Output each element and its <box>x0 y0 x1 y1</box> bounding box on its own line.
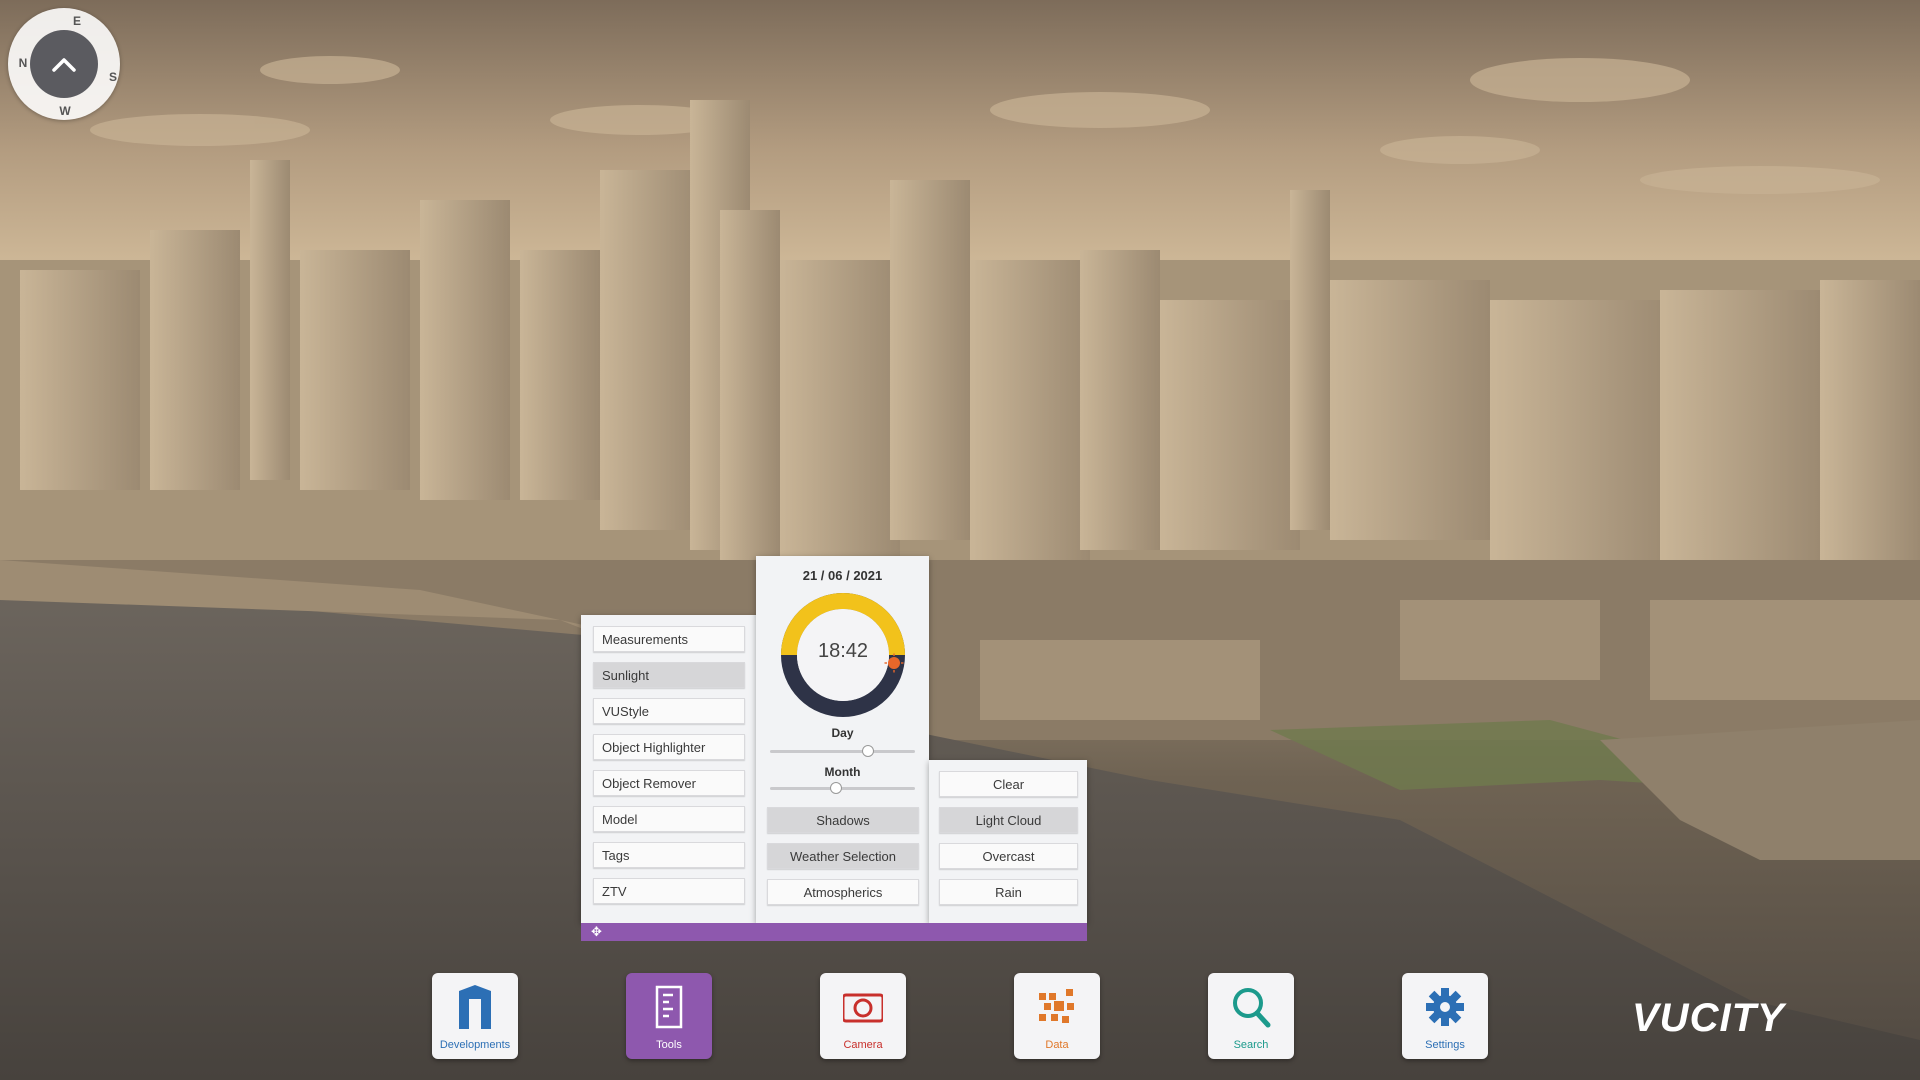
data-icon <box>1039 989 1074 1023</box>
compass-reset-button[interactable] <box>30 30 98 98</box>
tool-sunlight-button[interactable]: Sunlight <box>593 662 745 688</box>
weather-overcast-button[interactable]: Overcast <box>939 843 1078 869</box>
tools-icon <box>655 985 683 1029</box>
move-icon[interactable]: ✥ <box>591 924 602 940</box>
sunlight-panel: 21 / 06 / 2021 18:42 Day Month Shadows W… <box>756 556 929 923</box>
dock-data-label: Data <box>1045 1039 1069 1051</box>
chevron-up-icon <box>52 58 76 72</box>
day-slider[interactable] <box>770 745 915 757</box>
compass-widget[interactable]: N E S W <box>8 8 120 120</box>
compass-east-label: E <box>72 14 81 28</box>
shadows-button[interactable]: Shadows <box>767 807 919 833</box>
weather-light-cloud-button[interactable]: Light Cloud <box>939 807 1078 833</box>
sunlight-time: 18:42 <box>817 640 869 662</box>
day-slider-label: Day <box>831 726 854 740</box>
day-slider-thumb[interactable] <box>861 745 874 757</box>
compass-north-label: N <box>18 56 28 70</box>
sunlight-date[interactable]: 21 / 06 / 2021 <box>756 568 929 583</box>
tool-object-remover-button[interactable]: Object Remover <box>593 770 745 796</box>
developments-icon <box>459 985 491 1029</box>
month-slider-thumb[interactable] <box>829 782 842 794</box>
weather-selection-button[interactable]: Weather Selection <box>767 843 919 869</box>
month-slider-label: Month <box>824 765 861 779</box>
panel-move-bar[interactable]: ✥ <box>581 923 1087 941</box>
weather-clear-button[interactable]: Clear <box>939 771 1078 797</box>
tool-model-button[interactable]: Model <box>593 806 745 832</box>
atmospherics-button[interactable]: Atmospherics <box>767 879 919 905</box>
dock-developments-button[interactable]: Developments <box>432 973 518 1059</box>
tool-measurements-button[interactable]: Measurements <box>593 626 745 652</box>
settings-icon <box>1426 988 1464 1026</box>
search-icon <box>1233 988 1271 1028</box>
compass-south-label: S <box>108 70 117 84</box>
weather-panel: Clear Light Cloud Overcast Rain <box>929 760 1087 923</box>
dock-settings-button[interactable]: Settings <box>1402 973 1488 1059</box>
month-slider[interactable] <box>770 782 915 794</box>
dock-tools-button[interactable]: Tools <box>626 973 712 1059</box>
tools-menu-panel: Measurements Sunlight VUStyle Object Hig… <box>581 615 756 923</box>
vucity-logo: VUCITY <box>1632 996 1785 1040</box>
weather-rain-button[interactable]: Rain <box>939 879 1078 905</box>
dock-settings-label: Settings <box>1425 1039 1465 1051</box>
tool-tags-button[interactable]: Tags <box>593 842 745 868</box>
tool-ztv-button[interactable]: ZTV <box>593 878 745 904</box>
dock-data-button[interactable]: Data <box>1014 973 1100 1059</box>
tool-object-highlighter-button[interactable]: Object Highlighter <box>593 734 745 760</box>
dock-search-label: Search <box>1233 1039 1269 1051</box>
compass-west-label: W <box>59 104 71 118</box>
dock-search-button[interactable]: Search <box>1208 973 1294 1059</box>
dock-camera-button[interactable]: Camera <box>820 973 906 1059</box>
dock-camera-label: Camera <box>843 1039 883 1051</box>
camera-icon <box>843 993 883 1023</box>
dock-developments-label: Developments <box>439 1039 511 1051</box>
tool-vustyle-button[interactable]: VUStyle <box>593 698 745 724</box>
dock-tools-label: Tools <box>656 1039 682 1051</box>
